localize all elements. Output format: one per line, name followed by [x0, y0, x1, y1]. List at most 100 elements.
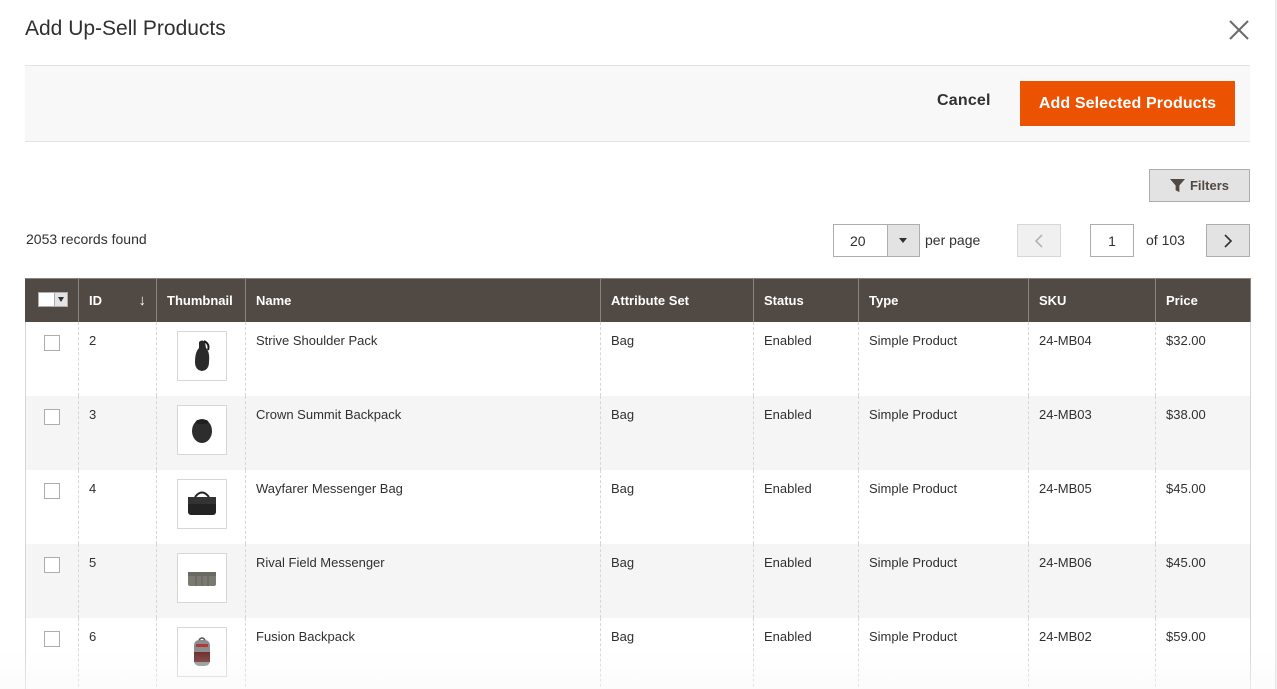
cell-status: Enabled: [753, 617, 859, 689]
cell-attribute-set: Bag: [600, 543, 754, 618]
cell-type: Simple Product: [858, 395, 1029, 470]
cell-thumbnail: [156, 395, 246, 470]
close-icon: [1229, 20, 1249, 40]
column-header-status[interactable]: Status: [753, 278, 859, 322]
cell-price: $45.00: [1155, 469, 1251, 544]
table-row[interactable]: 6 Fusion Backpack Bag Enabled Simple Product…: [25, 617, 1251, 689]
current-page-input[interactable]: [1090, 224, 1134, 257]
row-select-cell[interactable]: [25, 543, 79, 618]
backpack-image: [192, 418, 212, 443]
table-row[interactable]: 3 Crown Summit Backpack Bag Enabled Simple P…: [25, 395, 1251, 470]
product-thumbnail[interactable]: [177, 330, 227, 381]
cell-attribute-set: Bag: [600, 395, 754, 470]
cell-name: Strive Shoulder Pack: [245, 321, 601, 396]
cell-status: Enabled: [753, 543, 859, 618]
filters-label: Filters: [1189, 178, 1229, 193]
row-select-cell[interactable]: [25, 395, 79, 470]
cell-attribute-set: Bag: [600, 617, 754, 689]
next-page-button[interactable]: [1206, 224, 1250, 257]
mass-select-checkbox[interactable]: [39, 292, 54, 306]
row-checkbox[interactable]: [44, 630, 60, 647]
cell-id: 4: [78, 469, 157, 544]
column-label-id: ID: [89, 292, 102, 308]
total-pages: of 103: [1146, 232, 1185, 248]
per-page-value[interactable]: 20: [834, 225, 887, 256]
column-header-name[interactable]: Name: [245, 278, 601, 322]
row-checkbox[interactable]: [44, 482, 60, 499]
chevron-left-icon: [1034, 233, 1043, 248]
cell-status: Enabled: [753, 321, 859, 396]
cell-id: 2: [78, 321, 157, 396]
filter-funnel-icon: [1169, 178, 1185, 193]
product-thumbnail[interactable]: [177, 626, 227, 677]
column-header-attribute-set[interactable]: Attribute Set: [600, 278, 754, 322]
product-thumbnail[interactable]: [177, 552, 227, 603]
cell-id: 6: [78, 617, 157, 689]
cell-name: Wayfarer Messenger Bag: [245, 469, 601, 544]
table-row[interactable]: 2 Strive Shoulder Pack Bag Enabled Simple Pr…: [25, 321, 1251, 396]
cell-type: Simple Product: [858, 469, 1029, 544]
table-row[interactable]: 4 Wayfarer Messenger Bag Bag Enabled Simple …: [25, 469, 1251, 544]
row-checkbox[interactable]: [44, 408, 60, 425]
cell-type: Simple Product: [858, 617, 1029, 689]
product-thumbnail[interactable]: [177, 404, 227, 455]
product-thumbnail[interactable]: [177, 478, 227, 529]
cell-sku: 24-MB04: [1028, 321, 1156, 396]
cell-price: $45.00: [1155, 543, 1251, 618]
cell-thumbnail: [156, 469, 246, 544]
row-select-cell[interactable]: [25, 617, 79, 689]
messenger-bag-image: [188, 491, 216, 515]
grid-header-row: ID ↓ Thumbnail Name Attribute Set Status…: [25, 278, 1251, 322]
field-messenger-image: [188, 571, 216, 586]
cell-attribute-set: Bag: [600, 321, 754, 396]
cell-id: 5: [78, 543, 157, 618]
modal-action-bar: Cancel Add Selected Products: [25, 65, 1250, 142]
cell-sku: 24-MB05: [1028, 469, 1156, 544]
row-select-cell[interactable]: [25, 469, 79, 544]
cell-price: $32.00: [1155, 321, 1251, 396]
cell-thumbnail: [156, 543, 246, 618]
row-checkbox[interactable]: [44, 556, 60, 573]
per-page-label: per page: [925, 232, 981, 248]
chevron-down-icon: [58, 296, 64, 302]
cell-sku: 24-MB03: [1028, 395, 1156, 470]
cell-attribute-set: Bag: [600, 469, 754, 544]
column-header-type[interactable]: Type: [858, 278, 1029, 322]
sort-descending-icon: ↓: [138, 291, 147, 309]
column-header-id[interactable]: ID ↓: [78, 278, 157, 322]
cell-name: Crown Summit Backpack: [245, 395, 601, 470]
row-select-cell[interactable]: [25, 321, 79, 396]
filters-button[interactable]: Filters: [1149, 169, 1250, 202]
cell-name: Fusion Backpack: [245, 617, 601, 689]
mass-select-header[interactable]: [25, 278, 79, 322]
cell-thumbnail: [156, 321, 246, 396]
cell-type: Simple Product: [858, 321, 1029, 396]
cell-thumbnail: [156, 617, 246, 689]
close-button[interactable]: [1226, 17, 1252, 43]
cell-price: $38.00: [1155, 395, 1251, 470]
products-grid: ID ↓ Thumbnail Name Attribute Set Status…: [25, 278, 1251, 689]
cell-type: Simple Product: [858, 543, 1029, 618]
per-page-select[interactable]: 20: [833, 224, 920, 257]
cell-name: Rival Field Messenger: [245, 543, 601, 618]
column-header-thumbnail: Thumbnail: [156, 278, 246, 322]
row-checkbox[interactable]: [44, 334, 60, 351]
red-backpack-image: [194, 636, 210, 666]
cancel-button[interactable]: Cancel: [937, 92, 991, 110]
add-selected-products-button[interactable]: Add Selected Products: [1020, 81, 1235, 126]
chevron-down-icon: [899, 238, 908, 243]
mass-select-control[interactable]: [38, 291, 68, 307]
table-row[interactable]: 5 Rival Field Messenger Bag Enabled Simple P…: [25, 543, 1251, 618]
per-page-toggle[interactable]: [886, 225, 919, 256]
records-found: 2053 records found: [26, 231, 147, 247]
previous-page-button[interactable]: [1017, 224, 1061, 257]
column-header-price[interactable]: Price: [1155, 278, 1251, 322]
sling-backpack-image: [195, 339, 210, 371]
column-header-sku[interactable]: SKU: [1028, 278, 1156, 322]
cell-price: $59.00: [1155, 617, 1251, 689]
cell-id: 3: [78, 395, 157, 470]
modal-title: Add Up-Sell Products: [25, 17, 226, 40]
cell-sku: 24-MB02: [1028, 617, 1156, 689]
cell-status: Enabled: [753, 395, 859, 470]
mass-select-toggle[interactable]: [54, 292, 67, 306]
